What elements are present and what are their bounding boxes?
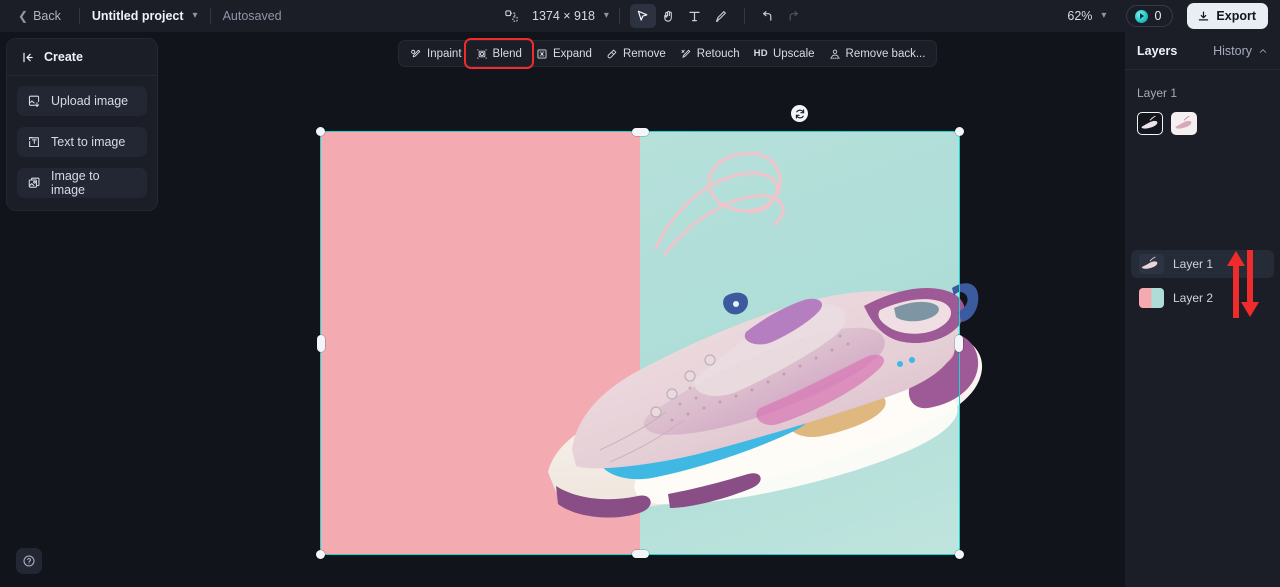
chevron-left-icon: ❮ [18, 9, 29, 23]
back-label: Back [33, 9, 61, 23]
sneaker-dark-thumb-icon [1141, 115, 1158, 129]
divider [618, 8, 620, 24]
image-to-image-icon [28, 177, 40, 188]
create-panel-title: Create [44, 50, 83, 64]
undo-button[interactable] [755, 4, 781, 28]
upload-image-button[interactable]: Upload image [17, 86, 147, 116]
help-button[interactable] [16, 548, 42, 574]
layers-tab[interactable]: Layers [1137, 44, 1177, 58]
expand-icon [537, 48, 547, 59]
canvas-size-chevron-down-icon[interactable]: ▾ [604, 10, 609, 21]
upscale-button[interactable]: HD Upscale [747, 43, 822, 64]
remove-label: Remove [622, 47, 666, 60]
chevron-down-icon[interactable]: ▾ [193, 10, 198, 21]
autosaved-status: Autosaved [222, 9, 282, 23]
background-left-pink [321, 132, 640, 554]
sneaker-light-thumb-icon [1175, 115, 1192, 129]
redo-button[interactable] [781, 4, 807, 28]
expand-label: Expand [552, 47, 592, 60]
retouch-label: Retouch [696, 47, 740, 60]
active-layer-label: Layer 1 [1137, 86, 1178, 100]
remove-button[interactable]: Remove [599, 43, 673, 64]
canvas-area[interactable] [160, 32, 1123, 587]
history-tab[interactable]: History [1213, 44, 1268, 58]
back-button[interactable]: ❮ Back [12, 5, 67, 27]
image-to-image-button[interactable]: Image to image [17, 168, 147, 198]
remove-background-icon [829, 49, 840, 59]
layer-variant-thumbnails [1125, 100, 1280, 135]
chevron-up-icon [1259, 48, 1267, 53]
image-to-image-label: Image to image [50, 169, 100, 197]
create-options-list: Upload image Text to image Image to imag… [7, 76, 157, 198]
artboard[interactable] [321, 132, 959, 554]
export-label: Export [1216, 9, 1256, 23]
upload-image-label: Upload image [51, 94, 129, 108]
upscale-label: Upscale [772, 47, 815, 60]
retouch-button[interactable]: Retouch [673, 43, 747, 64]
top-bar-center-tools: 1374 × 918 ▾ [498, 0, 807, 32]
layer-thumbnail-2 [1139, 288, 1164, 308]
top-bar-left: ❮ Back Untitled project ▾ Autosaved [0, 0, 282, 32]
blend-icon [476, 48, 487, 59]
credit-coin-icon [1135, 9, 1149, 23]
zoom-level[interactable]: 62% [1067, 9, 1092, 23]
background-right-mint [640, 132, 959, 554]
divider [78, 8, 80, 24]
text-tool[interactable] [682, 4, 708, 28]
hand-tool[interactable] [656, 4, 682, 28]
hd-upscale-icon: HD [753, 48, 768, 59]
retouch-icon [681, 49, 691, 58]
top-bar: ❮ Back Untitled project ▾ Autosaved 1374… [0, 0, 1280, 32]
rotate-handle[interactable] [791, 105, 808, 122]
text-to-image-icon [29, 137, 39, 147]
select-tool[interactable] [629, 4, 656, 28]
text-to-image-label: Text to image [51, 135, 126, 149]
blend-button[interactable]: Blend [463, 38, 534, 69]
credits-count: 0 [1154, 9, 1162, 23]
create-panel-header[interactable]: Create [7, 39, 157, 76]
inpaint-icon [411, 49, 421, 57]
brush-tool[interactable] [708, 4, 734, 28]
text-to-image-button[interactable]: Text to image [17, 127, 147, 157]
expand-button[interactable]: Expand [529, 43, 599, 64]
export-button[interactable]: Export [1187, 3, 1268, 29]
variant-thumbnail-alt[interactable] [1171, 112, 1197, 135]
zoom-chevron-down-icon[interactable]: ▾ [1101, 10, 1106, 21]
divider [209, 8, 211, 24]
remove-icon [607, 49, 617, 58]
upload-image-icon [28, 95, 40, 107]
layer-thumbnail-1 [1139, 254, 1164, 274]
remove-background-button[interactable]: Remove back... [822, 43, 933, 64]
reorder-annotation-arrows [1227, 250, 1259, 318]
layer-label-1: Layer 1 [1173, 257, 1214, 271]
blend-label: Blend [492, 47, 522, 60]
project-name[interactable]: Untitled project [92, 9, 184, 23]
remove-background-label: Remove back... [845, 47, 926, 60]
download-icon [1199, 11, 1209, 21]
layer-label-2: Layer 2 [1173, 291, 1214, 305]
help-circle-icon [23, 555, 35, 567]
app-root: ❮ Back Untitled project ▾ Autosaved 1374… [0, 0, 1280, 587]
sneaker-thumb-icon [1141, 256, 1158, 269]
divider [743, 8, 745, 24]
inpaint-button[interactable]: Inpaint [403, 43, 469, 64]
inpaint-label: Inpaint [427, 47, 462, 60]
credits-badge[interactable]: 0 [1126, 5, 1174, 27]
image-action-toolbar: Inpaint Blend Expand Remove Retouch HD U… [398, 38, 938, 69]
rotate-icon [795, 108, 804, 119]
history-label: History [1213, 43, 1252, 58]
canvas-size-label[interactable]: 1374 × 918 [532, 9, 595, 23]
right-panel-header: Layers History [1125, 32, 1280, 70]
variant-thumbnail-original[interactable] [1137, 112, 1163, 135]
top-bar-right: 62% ▾ 0 Export [1067, 0, 1268, 32]
collapse-panel-icon [23, 52, 33, 62]
canvas-size-icon[interactable] [498, 4, 524, 28]
create-panel: Create Upload image Text to image Image … [6, 38, 158, 211]
